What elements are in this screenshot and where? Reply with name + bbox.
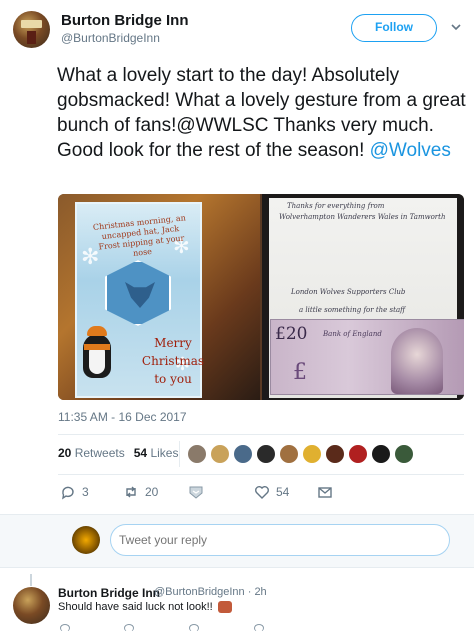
- heart-icon[interactable]: [189, 624, 199, 631]
- chevron-down-icon[interactable]: [449, 20, 463, 34]
- liker-avatar[interactable]: [394, 444, 414, 464]
- retweets-stat[interactable]: 20 Retweets: [58, 446, 125, 460]
- avatar-sign: [21, 20, 42, 28]
- reply-count: 3: [82, 485, 89, 499]
- reply-action[interactable]: 3: [60, 484, 89, 500]
- liker-avatar[interactable]: [279, 444, 299, 464]
- reply-icon[interactable]: [60, 624, 70, 631]
- liker-avatar[interactable]: [233, 444, 253, 464]
- reply-actions: [58, 624, 318, 631]
- liker-avatar[interactable]: [302, 444, 322, 464]
- retweets-count: 20: [58, 446, 72, 460]
- tweet-text: What a lovely start to the day! Absolute…: [57, 63, 467, 163]
- queen-portrait: [391, 328, 443, 394]
- author-name[interactable]: Burton Bridge Inn: [61, 12, 189, 29]
- direct-message-icon: [189, 486, 203, 499]
- tweet-media[interactable]: ✻ ✻ ✻ Christmas morning, an uncapped hat…: [58, 194, 464, 400]
- divider: [58, 434, 464, 435]
- retweet-icon: [126, 486, 136, 498]
- envelope-icon: [318, 487, 332, 498]
- current-user-avatar: [72, 526, 100, 554]
- reply-input[interactable]: [110, 524, 450, 556]
- author-avatar[interactable]: [13, 11, 50, 48]
- reply-icon: [62, 486, 74, 500]
- liker-avatars: [187, 444, 414, 464]
- reply-author-avatar[interactable]: [13, 587, 50, 624]
- card-greeting: Merry Christmas to you: [141, 336, 205, 386]
- letter-line: Wolverhampton Wanderers Wales in Tamwort…: [279, 213, 446, 221]
- stats-separator: [179, 441, 180, 467]
- likes-label: Likes: [150, 446, 179, 460]
- retweet-action[interactable]: 20: [123, 484, 158, 500]
- like-action[interactable]: 54: [254, 484, 289, 500]
- penguin-illustration: [83, 326, 113, 378]
- reply-text-row: Should have said luck not look!!: [58, 601, 232, 614]
- divider: [58, 474, 464, 475]
- tweet-stats: 20 Retweets 54 Likes: [58, 446, 178, 460]
- christmas-card: ✻ ✻ ✻ Christmas morning, an uncapped hat…: [75, 202, 204, 398]
- photo-christmas-card[interactable]: ✻ ✻ ✻ Christmas morning, an uncapped hat…: [58, 194, 260, 400]
- letter-line: a little something for the staff: [299, 306, 406, 314]
- reply-text: Should have said luck not look!!: [58, 601, 213, 613]
- tweet-actions: 3 20 54: [58, 484, 358, 502]
- reply-composer: [0, 514, 474, 568]
- retweets-label: Retweets: [74, 446, 125, 460]
- photo-letter-and-note[interactable]: Thanks for everything from Wolverhampton…: [262, 194, 464, 400]
- follow-button[interactable]: Follow: [351, 14, 437, 42]
- pound-sign-icon: £: [293, 360, 307, 385]
- reply-tweet[interactable]: Burton Bridge Inn @BurtonBridgeInn · 2h …: [0, 574, 474, 631]
- reply-author-handle-time[interactable]: @BurtonBridgeInn · 2h: [154, 586, 267, 598]
- note-value: £20: [275, 324, 308, 344]
- dm-action[interactable]: [188, 484, 204, 500]
- letter-line: London Wolves Supporters Club: [291, 288, 406, 296]
- letter-line: Thanks for everything from: [287, 202, 385, 210]
- wolves-crest-icon: [105, 260, 171, 326]
- retweet-count: 20: [145, 485, 159, 499]
- liker-avatar[interactable]: [371, 444, 391, 464]
- likes-stat[interactable]: 54 Likes: [134, 446, 179, 460]
- message-action[interactable]: [317, 484, 333, 500]
- reply-author-name[interactable]: Burton Bridge Inn: [58, 586, 160, 600]
- like-count: 54: [276, 485, 290, 499]
- retweet-icon[interactable]: [124, 624, 134, 631]
- note-issuer: Bank of England: [323, 330, 382, 338]
- liker-avatar[interactable]: [348, 444, 368, 464]
- avatar-door: [27, 31, 36, 44]
- liker-avatar[interactable]: [187, 444, 207, 464]
- tweet-timestamp[interactable]: 11:35 AM - 16 Dec 2017: [58, 410, 187, 424]
- mention-link[interactable]: @Wolves: [370, 140, 451, 161]
- author-handle[interactable]: @BurtonBridgeInn: [61, 31, 160, 45]
- emoji-icon: [217, 601, 232, 614]
- thread-line: [30, 574, 32, 586]
- liker-avatar[interactable]: [210, 444, 230, 464]
- heart-icon: [255, 486, 269, 499]
- liker-avatar[interactable]: [256, 444, 276, 464]
- likes-count: 54: [133, 446, 148, 460]
- envelope-icon[interactable]: [254, 624, 264, 631]
- liker-avatar[interactable]: [325, 444, 345, 464]
- twenty-pound-note: £20 Bank of England £: [270, 319, 464, 395]
